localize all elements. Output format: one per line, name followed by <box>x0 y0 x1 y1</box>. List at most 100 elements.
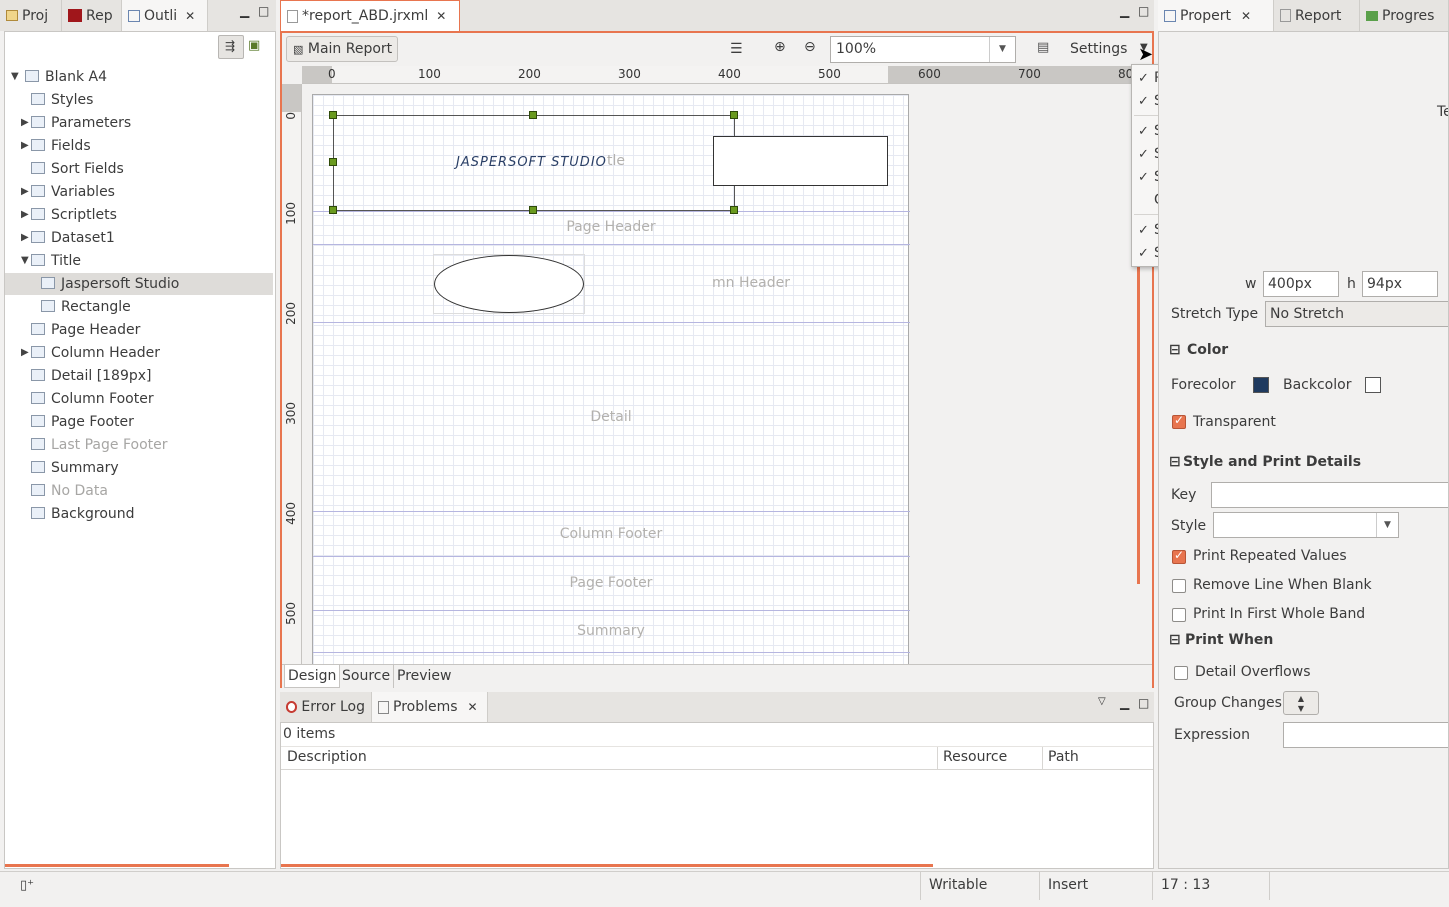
resize-handle[interactable] <box>329 111 337 119</box>
expand-arrow-icon[interactable]: ▼ <box>11 66 19 88</box>
resize-handle[interactable] <box>730 111 738 119</box>
group-changes-spinner[interactable]: ▲ ▼ <box>1283 691 1319 715</box>
remove-line-checkbox[interactable] <box>1172 579 1186 593</box>
tab-source[interactable]: Source <box>339 665 393 688</box>
tree-item[interactable]: Page Footer <box>31 411 134 433</box>
minimize-icon[interactable]: ▁ <box>240 4 249 18</box>
tab-properties[interactable]: Propert ✕ <box>1158 0 1274 31</box>
tree-item[interactable]: Column Footer <box>31 388 154 410</box>
design-canvas[interactable]: tle Page Header mn Header Detail Column … <box>302 84 1140 664</box>
maximize-icon[interactable]: □ <box>258 4 269 18</box>
ellipse-element[interactable] <box>434 255 584 313</box>
resize-handle[interactable] <box>329 158 337 166</box>
view-menu-icon[interactable]: ▽ <box>1098 696 1106 707</box>
column-description[interactable]: Description <box>287 749 367 765</box>
expression-field[interactable] <box>1283 722 1448 748</box>
column-resource[interactable]: Resource <box>943 749 1007 765</box>
collapse-arrow-icon[interactable]: ▶ <box>21 204 29 226</box>
tree-item[interactable]: ▶ Scriptlets <box>21 204 117 226</box>
tree-item[interactable]: Last Page Footer <box>31 434 168 456</box>
fast-view-icon[interactable]: ▯⁺ <box>20 878 34 893</box>
tree-item[interactable]: Jaspersoft Studio <box>5 273 273 295</box>
chevron-down-icon[interactable]: ▼ <box>1376 513 1398 537</box>
selected-static-text[interactable]: JASPERSOFT STUDIO <box>333 115 735 211</box>
tab-report-state[interactable]: Report <box>1274 0 1360 31</box>
resize-handle[interactable] <box>529 206 537 214</box>
column-divider <box>937 747 938 770</box>
collapse-arrow-icon[interactable]: ▶ <box>21 112 29 134</box>
collapse-arrow-icon[interactable]: ▶ <box>21 181 29 203</box>
tab-project[interactable]: Proj <box>0 0 62 31</box>
collapse-icon[interactable]: ⊟ <box>1169 632 1181 648</box>
rectangle-element[interactable] <box>713 136 888 186</box>
print-first-checkbox[interactable] <box>1172 608 1186 622</box>
minimize-icon[interactable]: ▁ <box>1120 4 1129 18</box>
tab-outline[interactable]: Outli ✕ <box>122 0 208 31</box>
stretch-type-select[interactable]: No Stretch <box>1265 301 1448 327</box>
tree-item[interactable]: Rectangle <box>41 296 131 318</box>
tree-item[interactable]: ▶ Column Header <box>21 342 160 364</box>
minimize-icon[interactable]: ▁ <box>1120 696 1129 710</box>
tree-item[interactable]: ▶ Parameters <box>21 112 131 134</box>
collapse-arrow-icon[interactable]: ▶ <box>21 342 29 364</box>
close-icon[interactable]: ✕ <box>436 9 446 23</box>
maximize-icon[interactable]: □ <box>1138 696 1149 710</box>
resize-handle[interactable] <box>329 206 337 214</box>
tab-problems[interactable]: Problems ✕ <box>372 692 488 722</box>
width-field[interactable]: 400px <box>1263 271 1339 297</box>
tab-design[interactable]: Design <box>284 665 341 688</box>
tree-item[interactable]: ▶ Variables <box>21 181 115 203</box>
tab-repository[interactable]: Rep <box>62 0 122 31</box>
close-icon[interactable]: ✕ <box>185 9 195 23</box>
collapse-arrow-icon[interactable]: ▶ <box>21 135 29 157</box>
zoom-in-icon[interactable]: ⊕ <box>774 39 786 55</box>
print-first-label: Print In First Whole Band <box>1193 606 1366 622</box>
tree-item[interactable]: ▶ Dataset1 <box>21 227 115 249</box>
zoom-combo[interactable]: 100% ▼ <box>830 36 1016 63</box>
expand-arrow-icon[interactable]: ▼ <box>21 250 29 272</box>
column-path[interactable]: Path <box>1048 749 1079 765</box>
tab-progress[interactable]: Progres <box>1360 0 1449 31</box>
print-repeated-checkbox[interactable] <box>1172 548 1186 564</box>
tree-item[interactable]: Summary <box>31 457 119 479</box>
print-when-section-title: Print When <box>1185 632 1274 648</box>
main-report-button[interactable]: ▧ Main Report <box>286 36 398 62</box>
tree-toggle-button[interactable]: ⇶ <box>218 35 244 59</box>
chevron-down-icon[interactable]: ▼ <box>989 37 1015 62</box>
resize-handle[interactable] <box>730 206 738 214</box>
tree-item[interactable]: ▶ Fields <box>21 135 91 157</box>
transparent-checkbox[interactable] <box>1172 413 1186 429</box>
detail-overflows-checkbox[interactable] <box>1174 666 1188 680</box>
tree-item[interactable]: ▼ Blank A4 <box>11 66 107 88</box>
tree-item[interactable]: No Data <box>31 480 108 502</box>
zoom-out-icon[interactable]: ⊖ <box>804 39 816 55</box>
height-field[interactable]: 94px <box>1362 271 1438 297</box>
tab-preview[interactable]: Preview <box>393 665 455 688</box>
close-icon[interactable]: ✕ <box>1241 9 1251 23</box>
tree-item[interactable]: Page Header <box>31 319 140 341</box>
layout-icon[interactable]: ☰ <box>730 41 743 57</box>
key-field[interactable] <box>1211 482 1448 508</box>
resize-handle[interactable] <box>529 111 537 119</box>
tree-item[interactable]: ▼ Title <box>21 250 81 272</box>
collapse-arrow-icon[interactable]: ▶ <box>21 227 29 249</box>
tab-error-log[interactable]: Error Log <box>280 692 372 722</box>
maximize-icon[interactable]: □ <box>1138 4 1149 18</box>
forecolor-swatch[interactable] <box>1253 377 1269 393</box>
tab-report-editor[interactable]: *report_ABD.jrxml ✕ <box>280 0 460 31</box>
backcolor-swatch[interactable] <box>1365 377 1381 393</box>
close-icon[interactable]: ✕ <box>468 700 478 714</box>
thumbnail-view-icon[interactable]: ▣ <box>248 38 260 53</box>
tree-item[interactable]: Background <box>31 503 135 525</box>
style-select[interactable]: ▼ <box>1213 512 1399 538</box>
collapse-icon[interactable]: ⊟ <box>1169 342 1181 358</box>
settings-button[interactable]: Settings <box>1070 41 1127 57</box>
check-icon: ✓ <box>1138 124 1149 139</box>
tree-item[interactable]: Styles <box>31 89 93 111</box>
tree-item[interactable]: Sort Fields <box>31 158 124 180</box>
page-header-band-label: Page Header <box>566 219 656 235</box>
tree-item[interactable]: Detail [189px] <box>31 365 152 387</box>
collapse-icon[interactable]: ⊟ <box>1169 454 1181 470</box>
editor-tab-title: *report_ABD.jrxml <box>302 8 429 24</box>
tree-item-label: Column Footer <box>51 391 154 407</box>
